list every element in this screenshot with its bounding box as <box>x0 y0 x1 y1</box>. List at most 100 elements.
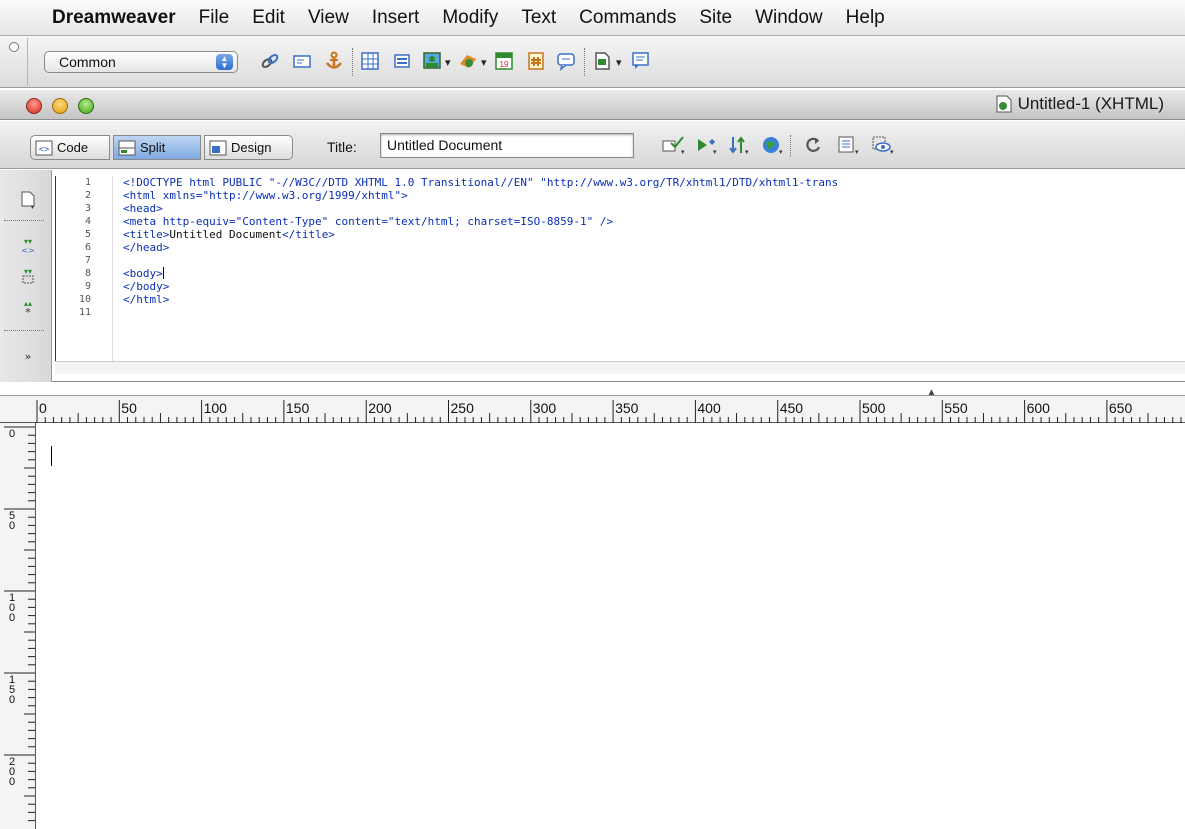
code-view-button[interactable]: <> Code <box>30 135 110 160</box>
line-number: 1 <box>84 177 91 188</box>
code-line: </body> <box>123 280 169 293</box>
collapse-icon <box>9 42 19 52</box>
coding-toolbar-divider <box>4 330 44 331</box>
file-management-icon[interactable]: ▾ <box>726 133 752 157</box>
insert-bar-gripper[interactable] <box>0 38 28 86</box>
validate-icon[interactable]: ▾ <box>660 133 686 157</box>
menu-insert[interactable]: Insert <box>372 7 420 29</box>
line-number: 3 <box>84 203 91 214</box>
media-dropdown-icon[interactable]: ▾ <box>481 56 487 69</box>
menu-site[interactable]: Site <box>699 7 732 29</box>
coding-toolbar-divider <box>4 220 44 221</box>
layer-icon[interactable] <box>390 49 414 73</box>
menu-view[interactable]: View <box>308 7 349 29</box>
line-number: 4 <box>84 216 91 227</box>
ruler-label: 450 <box>779 400 804 416</box>
code-tag: <title> <box>123 228 170 241</box>
svg-text:▾: ▾ <box>31 204 34 209</box>
ruler-label: 400 <box>697 400 721 416</box>
code-line: <title>Untitled Document</title> <box>123 228 335 241</box>
tag-chooser-icon[interactable] <box>628 49 652 73</box>
document-title-text: Untitled-1 (XHTML) <box>1017 94 1164 113</box>
line-number: 8 <box>84 268 91 279</box>
horizontal-ruler: 0 50 100 150 200 250 300 350 400 450 500 550 600 650 <box>0 395 1185 423</box>
collapse-full-tag-icon[interactable]: ▾▾ <> <box>18 236 38 256</box>
line-number-gutter: 1 2 3 4 5 6 7 8 9 10 11 <box>55 176 113 361</box>
ruler-label: 250 <box>450 400 474 416</box>
menu-modify[interactable]: Modify <box>442 7 498 29</box>
code-editor[interactable]: <!DOCTYPE html PUBLIC "-//W3C//DTD XHTML… <box>123 176 1185 361</box>
insert-bar-separator <box>352 48 353 76</box>
design-view-canvas[interactable] <box>37 424 1185 829</box>
ruler-label: 300 <box>532 400 557 416</box>
title-label: Title: <box>327 139 357 155</box>
ruler-label: 550 <box>944 400 968 416</box>
code-view-icon: <> <box>35 140 53 155</box>
vertical-ruler: 050100150200250 <box>0 423 36 829</box>
ruler-label-digit: 0 <box>9 612 16 624</box>
table-icon[interactable] <box>358 49 382 73</box>
line-number: 2 <box>84 190 91 201</box>
insert-bar-separator <box>584 48 585 76</box>
media-icon[interactable] <box>456 49 480 73</box>
design-view-button[interactable]: Design <box>204 135 293 160</box>
preview-browser-icon[interactable]: ▾ <box>760 133 786 157</box>
ruler-label: 100 <box>9 593 19 624</box>
view-options-icon[interactable]: ▾ <box>836 133 862 157</box>
menu-commands[interactable]: Commands <box>579 7 676 29</box>
zoom-window-button[interactable] <box>78 98 94 114</box>
refresh-icon[interactable] <box>800 133 826 157</box>
open-documents-icon[interactable]: ▾ <box>18 190 38 210</box>
menu-edit[interactable]: Edit <box>252 7 285 29</box>
close-window-button[interactable] <box>26 98 42 114</box>
toolbar-separator <box>790 135 791 157</box>
email-link-icon[interactable] <box>290 49 314 73</box>
ruler-label-digit: 0 <box>9 520 16 532</box>
svg-text:▾: ▾ <box>779 148 783 155</box>
menu-window[interactable]: Window <box>755 7 823 29</box>
svg-text:<>: <> <box>39 145 50 155</box>
menu-text[interactable]: Text <box>521 7 556 29</box>
date-icon[interactable]: 19 <box>492 49 516 73</box>
menu-file[interactable]: File <box>199 7 230 29</box>
line-number: 11 <box>78 307 91 318</box>
code-line: <!DOCTYPE html PUBLIC "-//W3C//DTD XHTML… <box>123 176 838 189</box>
code-text-content: Untitled Document <box>169 228 282 241</box>
browser-check-icon[interactable]: ◆ ▾ <box>694 133 720 157</box>
hyperlink-icon[interactable] <box>258 49 282 73</box>
head-icon[interactable] <box>590 49 614 73</box>
document-window-titlebar[interactable]: Untitled-1 (XHTML) <box>0 90 1185 120</box>
design-view-label: Design <box>231 140 272 155</box>
image-icon[interactable] <box>420 49 444 73</box>
code-line: <meta http-equiv="Content-Type" content=… <box>123 215 613 228</box>
ruler-label: 150 <box>285 400 310 416</box>
code-view-pane[interactable]: ▾ ▾▾ <> ▾▾ ▴▴ * » 1 2 3 4 5 6 7 8 9 10 11 … <box>0 170 1185 382</box>
menu-help[interactable]: Help <box>846 7 885 29</box>
ruler-label: 350 <box>615 400 639 416</box>
minimize-window-button[interactable] <box>52 98 68 114</box>
image-dropdown-icon[interactable]: ▾ <box>445 56 451 69</box>
insert-category-select[interactable]: Common ▲ ▼ <box>44 51 238 73</box>
document-title-input[interactable]: Untitled Document <box>380 133 634 158</box>
more-tools-chevron-icon[interactable]: » <box>18 346 38 366</box>
collapse-selection-icon[interactable]: ▾▾ <box>18 266 38 286</box>
text-cursor <box>162 267 164 279</box>
code-tag: <!DOCTYPE html PUBLIC "-//W3C//DTD XHTML… <box>123 176 839 189</box>
select-arrows-icon: ▲ ▼ <box>216 54 233 70</box>
menu-app-name[interactable]: Dreamweaver <box>52 7 176 29</box>
ruler-label: 0 <box>9 429 19 440</box>
named-anchor-icon[interactable] <box>322 49 346 73</box>
split-view-button[interactable]: Split <box>113 135 201 160</box>
code-view-label: Code <box>57 140 89 155</box>
line-number: 9 <box>84 281 91 292</box>
expand-all-icon[interactable]: ▴▴ * <box>18 298 38 318</box>
head-dropdown-icon[interactable]: ▾ <box>616 56 622 69</box>
code-horizontal-scrollbar[interactable] <box>55 361 1185 374</box>
svg-text:▾▾: ▾▾ <box>24 237 32 246</box>
comment-icon[interactable] <box>554 49 578 73</box>
coding-toolbar: ▾ ▾▾ <> ▾▾ ▴▴ * » <box>0 170 52 382</box>
template-icon[interactable] <box>524 49 548 73</box>
ruler-label: 100 <box>203 400 227 416</box>
visual-aids-icon[interactable]: ▾ <box>870 133 896 157</box>
ruler-label: 0 <box>39 400 47 416</box>
